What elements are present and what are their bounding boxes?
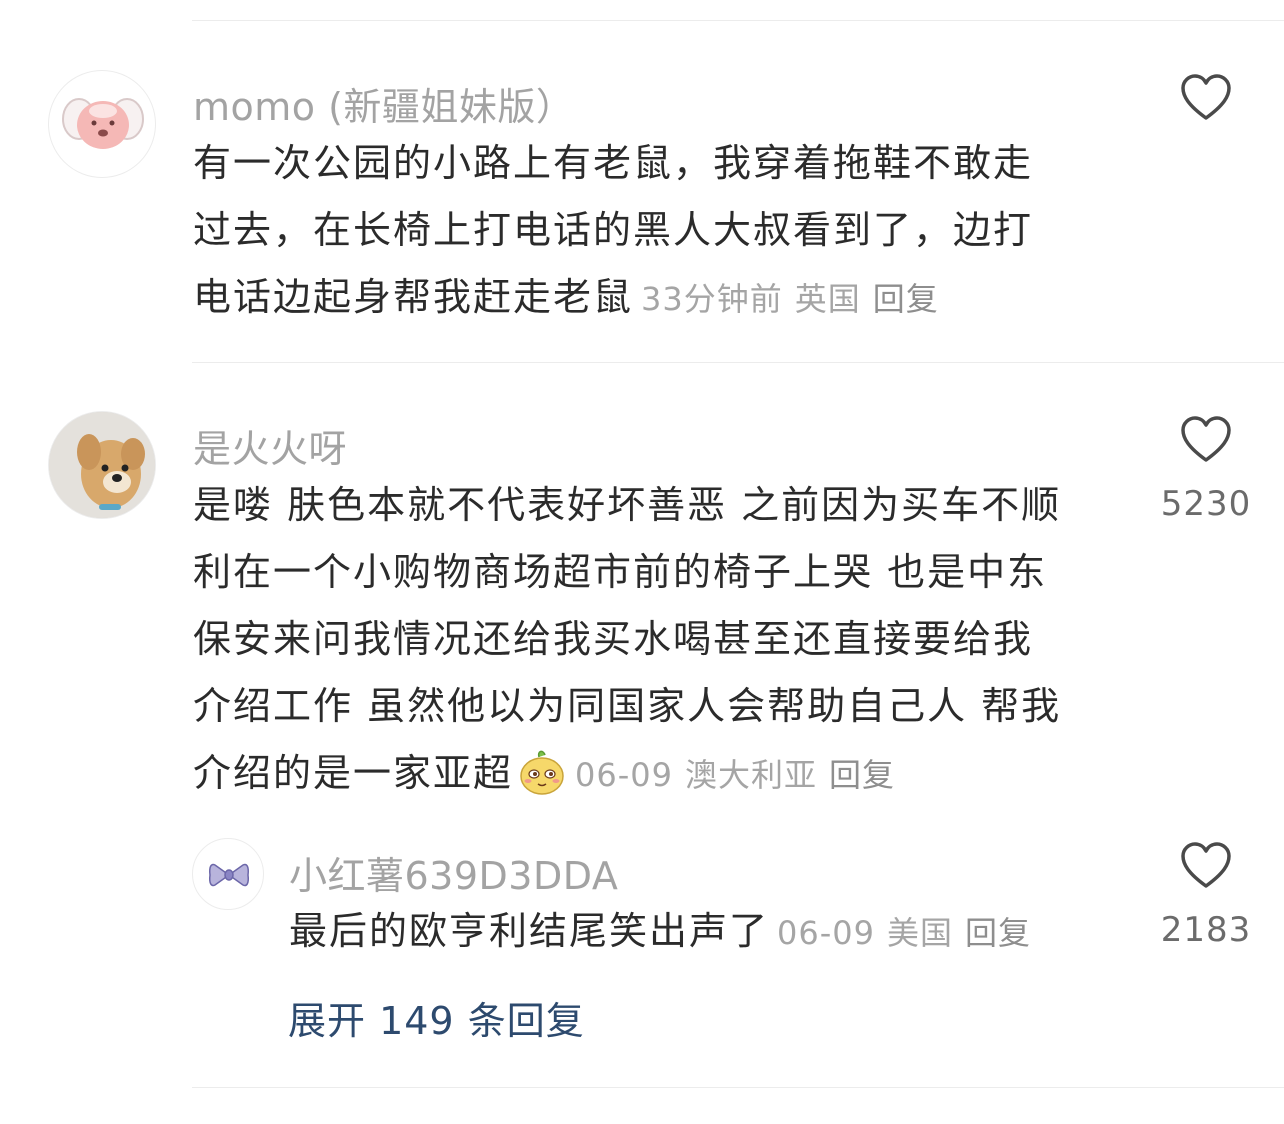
comment-line: 是喽 肤色本就不代表好坏善恶 之前因为买车不顺 <box>193 483 1062 527</box>
heart-icon <box>1181 842 1231 888</box>
comment-divider <box>192 362 1284 363</box>
comment-line: 有一次公园的小路上有老鼠，我穿着拖鞋不敢走 <box>193 141 1034 185</box>
smirk-fruit-emoji-icon <box>520 750 564 795</box>
pink-puppy-avatar-icon <box>62 98 144 149</box>
comment-line-with-meta: 介绍的是一家亚超 06-09 澳大利亚 回复 <box>193 740 1153 809</box>
comment-line-with-meta: 电话边起身帮我赶走老鼠 33分钟前 英国 回复 <box>193 264 1133 333</box>
reply-button[interactable]: 回复 <box>829 756 895 794</box>
like-button[interactable]: 2183 <box>1161 842 1250 950</box>
reply-text: 最后的欧亨利结尾笑出声了 06-09 美国 回复 <box>289 898 1149 967</box>
reply-button[interactable]: 回复 <box>873 280 939 318</box>
comment-line: 利在一个小购物商场超市前的椅子上哭 也是中东 <box>193 550 1048 594</box>
comment-meta: 33分钟前 英国 回复 <box>641 280 951 318</box>
avatar[interactable] <box>192 838 264 910</box>
comment-author[interactable]: 是火火呀 <box>193 418 347 473</box>
reply-location: 美国 <box>887 914 954 952</box>
reply-button[interactable]: 回复 <box>965 914 1031 952</box>
like-count: 5230 <box>1160 484 1252 524</box>
comment-line: 保安来问我情况还给我买水喝甚至还直接要给我 <box>193 617 1034 661</box>
comment-author[interactable]: momo (新疆姐妹版） <box>193 76 574 131</box>
like-button[interactable]: 5230 <box>1161 416 1250 524</box>
comment-text: 是喽 肤色本就不代表好坏善恶 之前因为买车不顺 利在一个小购物商场超市前的椅子上… <box>193 472 1153 809</box>
reply-text-content: 最后的欧亨利结尾笑出声了 <box>289 909 770 953</box>
comment-location: 英国 <box>794 280 861 318</box>
dog-photo-avatar-icon <box>49 412 155 518</box>
reply-meta: 06-09 美国 回复 <box>777 914 1043 952</box>
heart-icon <box>1181 416 1231 462</box>
comment-location: 澳大利亚 <box>685 756 818 794</box>
top-divider <box>192 20 1284 21</box>
comment-line: 电话边起身帮我赶走老鼠 <box>193 275 634 319</box>
comment-time: 06-09 <box>575 756 673 794</box>
reply-author[interactable]: 小红薯639D3DDA <box>289 845 618 900</box>
comment-line: 介绍工作 虽然他以为同国家人会帮助自己人 帮我 <box>193 684 1062 728</box>
reply-time: 06-09 <box>777 914 875 952</box>
avatar[interactable] <box>48 70 156 178</box>
bow-avatar-icon <box>209 863 249 887</box>
like-button[interactable] <box>1166 74 1246 122</box>
comment-time: 33分钟前 <box>641 280 783 318</box>
bottom-divider <box>192 1087 1284 1088</box>
comment-line: 过去，在长椅上打电话的黑人大叔看到了，边打 <box>193 208 1034 252</box>
comment-text: 有一次公园的小路上有老鼠，我穿着拖鞋不敢走 过去，在长椅上打电话的黑人大叔看到了… <box>193 130 1133 333</box>
heart-icon <box>1181 74 1231 120</box>
avatar[interactable] <box>48 411 156 519</box>
like-count: 2183 <box>1160 910 1252 950</box>
comment-meta: 06-09 澳大利亚 回复 <box>575 756 907 794</box>
comment-line: 介绍的是一家亚超 <box>193 751 514 795</box>
expand-replies-button[interactable]: 展开 149 条回复 <box>288 990 585 1045</box>
